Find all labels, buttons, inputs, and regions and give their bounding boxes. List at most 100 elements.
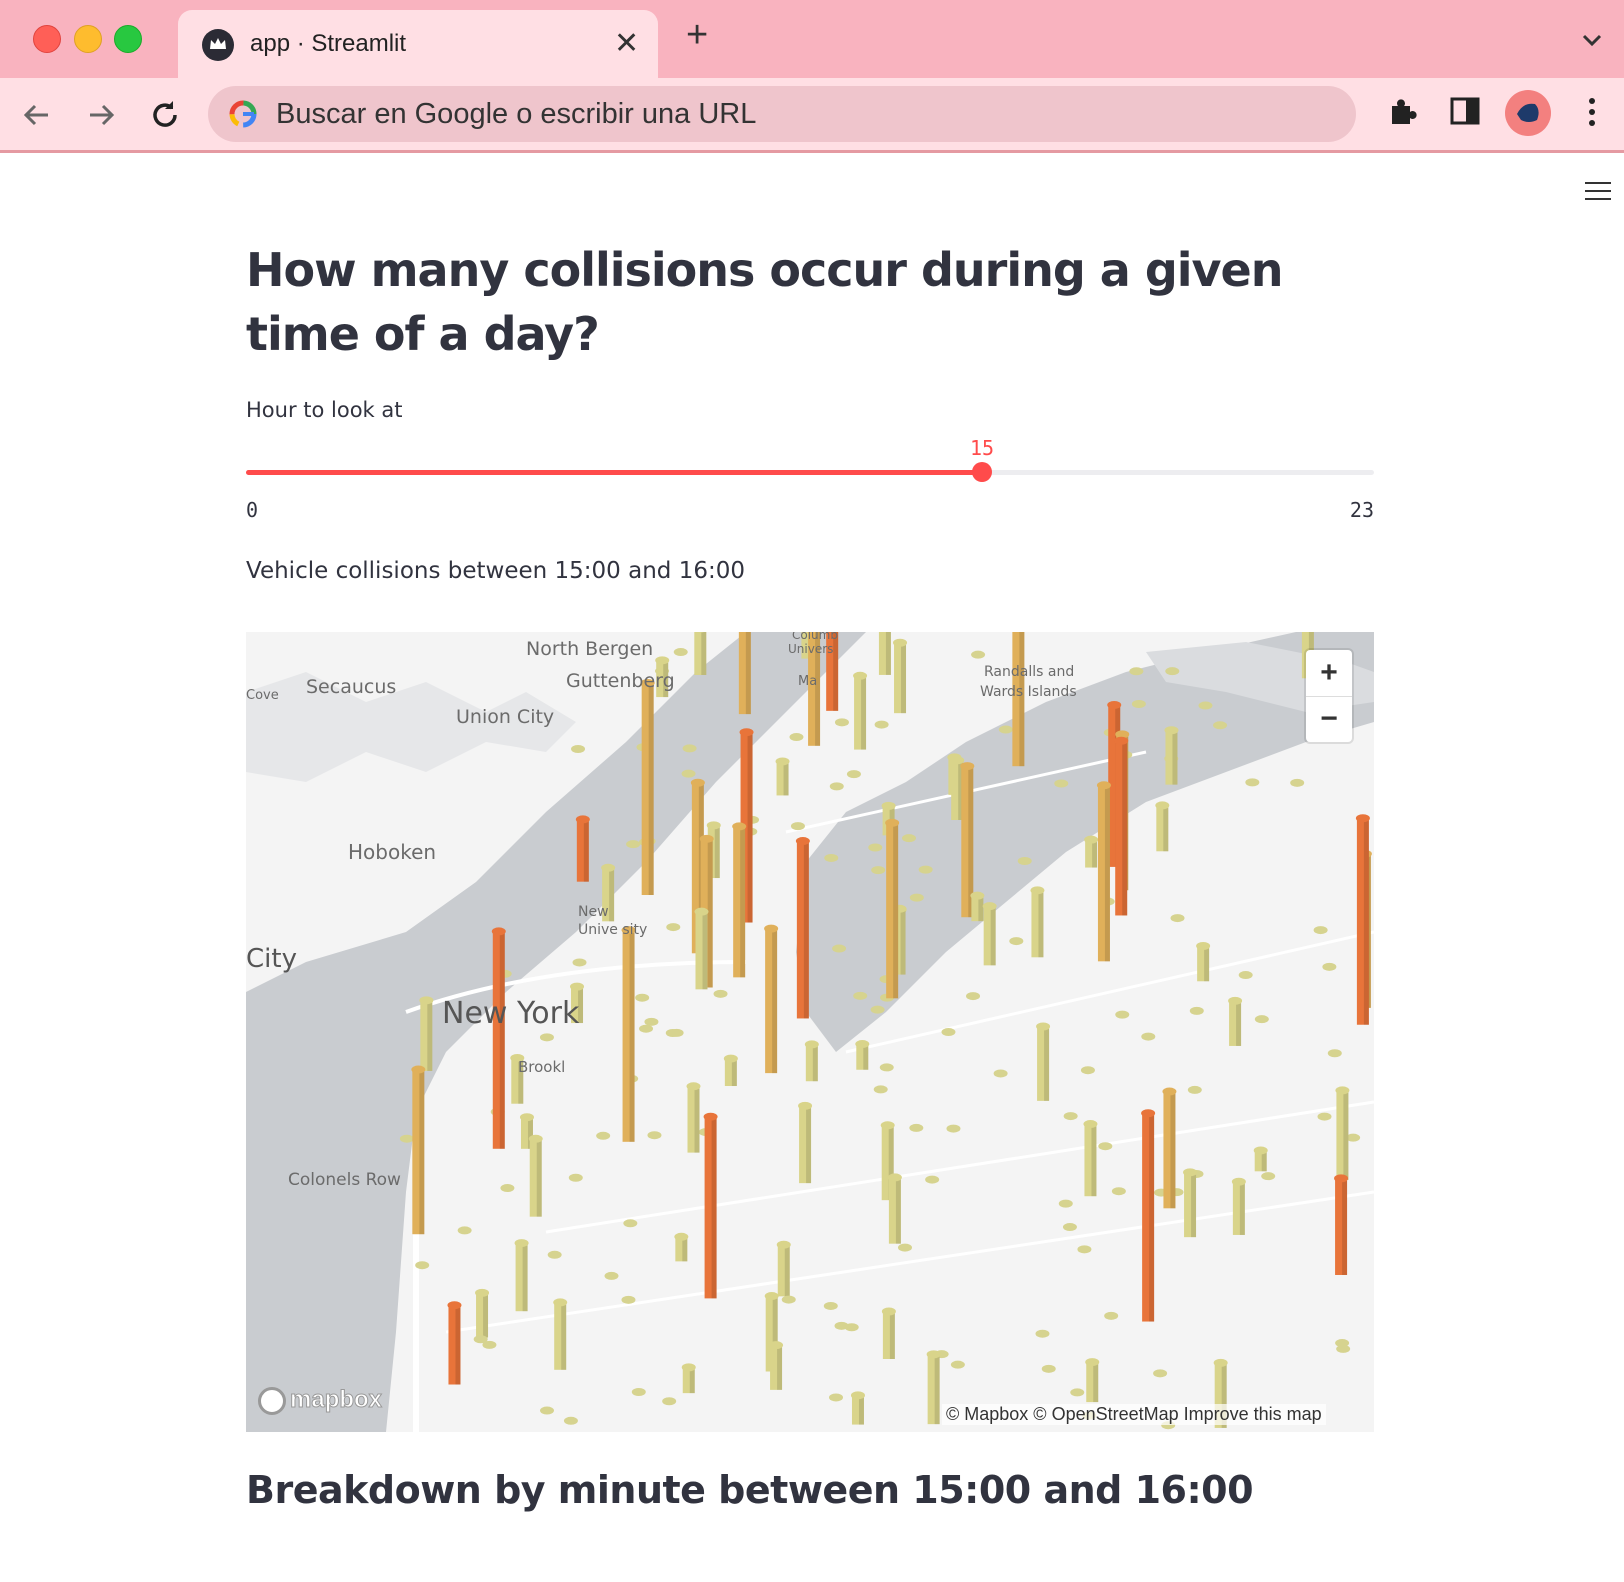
column-top xyxy=(918,865,933,874)
hexagon-column xyxy=(1261,1172,1276,1181)
map-label-university: Univers xyxy=(788,642,834,656)
column-top xyxy=(880,1121,895,1130)
collision-map[interactable]: North Bergen Secaucus Cove Guttenberg Un… xyxy=(246,632,1374,1432)
hexagon-column xyxy=(879,1063,894,1072)
column-shade xyxy=(1342,1178,1348,1275)
column-top xyxy=(881,801,896,810)
hexagon-column xyxy=(1098,1142,1113,1151)
hexagon-column xyxy=(647,1131,662,1140)
hexagon-column xyxy=(571,745,586,754)
close-window-button[interactable] xyxy=(33,25,61,53)
hexagon-column xyxy=(572,958,587,967)
address-bar[interactable]: Buscar en Google o escribir una URL xyxy=(208,86,1356,142)
hexagon-column xyxy=(411,1065,426,1235)
hexagon-column xyxy=(738,632,751,715)
column-shade xyxy=(731,1058,737,1087)
column-shade xyxy=(1170,1091,1176,1209)
hexagon-column xyxy=(1129,667,1144,676)
hexagon-column xyxy=(563,1416,578,1425)
tab-title: app · Streamlit xyxy=(250,30,407,57)
map-attribution[interactable]: © Mapbox © OpenStreetMap Improve this ma… xyxy=(942,1404,1326,1425)
hexagon-column xyxy=(926,1350,941,1425)
column-shade xyxy=(609,867,615,922)
hexagon-column xyxy=(514,1239,529,1312)
hexagon-column xyxy=(846,770,861,779)
mapbox-logo[interactable]: mapbox xyxy=(258,1386,383,1415)
column-top xyxy=(1170,914,1185,923)
zoom-out-button[interactable]: − xyxy=(1306,696,1352,742)
hexagon-column xyxy=(1155,801,1170,852)
column-top xyxy=(897,1243,912,1252)
new-tab-button[interactable]: + xyxy=(686,16,708,54)
column-shade xyxy=(812,1044,818,1082)
column-top xyxy=(626,840,641,849)
column-top xyxy=(993,1069,1008,1078)
column-top xyxy=(998,725,1013,734)
hexagon-column xyxy=(881,1307,896,1359)
map-label-brooklyn: Brookl xyxy=(518,1058,566,1076)
column-top xyxy=(1141,1109,1156,1118)
map-label-columbia: Columb xyxy=(792,632,838,642)
column-shade xyxy=(784,1244,790,1297)
column-top xyxy=(941,1028,956,1037)
hexagon-column xyxy=(878,632,891,675)
streamlit-favicon-icon xyxy=(202,29,234,61)
hexagon-column xyxy=(1165,667,1180,676)
tab-list-icon[interactable] xyxy=(1580,28,1604,52)
side-panel-icon[interactable] xyxy=(1448,94,1482,128)
maximize-window-button[interactable] xyxy=(114,25,142,53)
hexagon-column xyxy=(850,1391,865,1425)
hexagon-column xyxy=(823,1301,838,1310)
hexagon-column xyxy=(666,923,681,932)
column-shade xyxy=(803,841,809,1019)
column-top xyxy=(655,656,670,665)
column-top xyxy=(682,744,697,753)
tab-close-icon[interactable]: ✕ xyxy=(614,26,639,61)
column-top xyxy=(1327,1049,1342,1058)
hexagon-column xyxy=(457,1226,472,1235)
back-arrow-icon[interactable] xyxy=(18,96,56,134)
column-top xyxy=(723,1054,738,1063)
column-top xyxy=(1183,1168,1198,1177)
column-top xyxy=(1334,1174,1349,1183)
column-shade xyxy=(1239,1181,1245,1235)
column-top xyxy=(1054,779,1069,788)
hour-slider[interactable] xyxy=(246,462,1374,482)
hexagon-column xyxy=(789,733,804,742)
column-shade xyxy=(900,908,906,975)
slider-thumb[interactable] xyxy=(972,462,992,482)
hexagon-column xyxy=(681,769,696,778)
minimize-window-button[interactable] xyxy=(74,25,102,53)
column-top xyxy=(419,996,434,1005)
zoom-in-button[interactable]: + xyxy=(1306,650,1352,697)
column-top xyxy=(1041,1364,1056,1373)
hexagon-column xyxy=(1017,856,1032,865)
profile-avatar[interactable] xyxy=(1505,90,1551,136)
column-top xyxy=(491,927,506,936)
hexagon-column xyxy=(998,725,1013,734)
kebab-menu-icon[interactable] xyxy=(1580,94,1604,130)
hexagon-column xyxy=(909,893,924,902)
column-shade xyxy=(702,911,708,990)
column-top xyxy=(1228,996,1243,1005)
column-shade xyxy=(858,1395,864,1425)
hexagon-column xyxy=(844,1323,859,1332)
hexagon-column xyxy=(635,993,650,1002)
hamburger-menu-icon[interactable] xyxy=(1585,182,1611,206)
map-label-colonels-row: Colonels Row xyxy=(288,1170,401,1190)
column-shade xyxy=(1172,730,1178,785)
hexagon-column xyxy=(1041,1364,1056,1373)
column-top xyxy=(415,1261,430,1270)
column-top xyxy=(553,1298,568,1307)
column-top xyxy=(868,843,883,852)
hexagon-column xyxy=(553,1298,568,1370)
forward-arrow-icon[interactable] xyxy=(82,96,120,134)
column-top xyxy=(1111,1187,1126,1196)
reload-icon[interactable] xyxy=(146,96,184,134)
hexagon-column xyxy=(682,744,697,753)
browser-tab[interactable]: app · Streamlit ✕ xyxy=(178,10,658,78)
hexagon-column xyxy=(674,1232,689,1262)
extensions-icon[interactable] xyxy=(1384,94,1420,130)
map-label-secaucus: Secaucus xyxy=(306,676,397,698)
hexagon-column xyxy=(993,1069,1008,1078)
